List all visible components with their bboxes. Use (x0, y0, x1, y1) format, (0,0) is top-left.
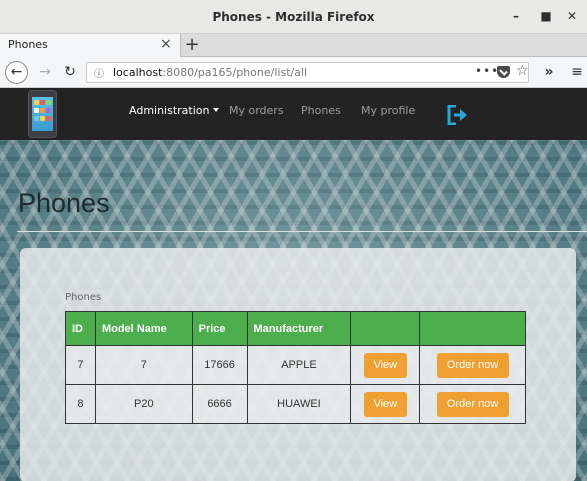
menu-icon[interactable]: ≡ (569, 62, 585, 82)
nav-my-profile[interactable]: My profile (361, 104, 415, 117)
cell-view: View (350, 345, 421, 385)
bookmark-star-icon[interactable]: ☆ (516, 63, 529, 79)
phones-table: ID Model Name Price Manufacturer 7 7 176… (65, 311, 526, 424)
column-header-price: Price (191, 311, 248, 346)
cell-id: 8 (65, 384, 96, 424)
column-header-manufacturer: Manufacturer (246, 311, 352, 346)
back-icon[interactable]: ← (5, 61, 28, 84)
order-now-button[interactable]: Order now (436, 391, 509, 417)
order-now-button[interactable]: Order now (436, 352, 509, 378)
forward-icon[interactable]: → (37, 62, 53, 82)
page-title: Phones (18, 188, 110, 218)
column-header-model: Model Name (94, 311, 193, 346)
content-panel: Phones ID Model Name Price Manufacturer … (20, 248, 576, 481)
divider (17, 231, 587, 232)
column-header-view (350, 311, 421, 346)
new-tab-icon[interactable]: + (183, 34, 201, 56)
table-header-row: ID Model Name Price Manufacturer (65, 311, 526, 346)
tab-close-icon[interactable]: × (160, 36, 172, 52)
tab-phones[interactable]: Phones × (0, 34, 181, 57)
maximize-icon[interactable]: ■ (538, 8, 554, 24)
hero-background: Phones Phones ID Model Name Price Manufa… (0, 140, 587, 481)
overflow-icon[interactable]: » (541, 62, 557, 82)
close-icon[interactable]: ✕ (564, 8, 580, 24)
table-caption: Phones (65, 292, 102, 303)
cell-model: 7 (94, 345, 193, 385)
url-text[interactable]: localhost:8080/pa165/phone/list/all (113, 66, 307, 79)
table-row: 8 P20 6666 HUAWEI View Order now (65, 384, 526, 424)
logout-icon[interactable] (447, 105, 469, 125)
cell-order: Order now (419, 345, 526, 385)
nav-my-orders[interactable]: My orders (229, 104, 284, 117)
cell-model: P20 (94, 384, 193, 424)
tab-strip: Phones × + (0, 34, 587, 57)
view-button[interactable]: View (363, 352, 407, 378)
minimize-icon[interactable]: – (508, 8, 524, 24)
chevron-down-icon (212, 108, 219, 112)
column-header-order (419, 311, 526, 346)
cell-manufacturer: APPLE (246, 345, 352, 385)
reload-icon[interactable]: ↻ (62, 62, 78, 82)
window-title: Phones - Mozilla Firefox (212, 10, 375, 24)
nav-administration-dropdown[interactable]: Administration (129, 104, 219, 117)
cell-order: Order now (419, 384, 526, 424)
pocket-icon[interactable] (497, 66, 510, 78)
url-path: :8080/pa165/phone/list/all (162, 66, 308, 79)
nav-administration-label: Administration (129, 104, 210, 117)
column-header-id: ID (65, 311, 96, 346)
navigation-toolbar: ← → ↻ ⓘ localhost:8080/pa165/phone/list/… (0, 57, 587, 88)
window-titlebar: Phones - Mozilla Firefox – ■ ✕ (0, 0, 587, 34)
url-host: localhost (113, 66, 163, 79)
nav-phones[interactable]: Phones (301, 104, 341, 117)
page-actions-icon[interactable]: ••• (475, 64, 499, 78)
site-navbar: Administration My orders Phones My profi… (0, 88, 587, 140)
url-bar[interactable]: ⓘ localhost:8080/pa165/phone/list/all ••… (86, 62, 529, 83)
phone-logo-icon[interactable] (28, 90, 57, 138)
view-button[interactable]: View (363, 391, 407, 417)
tab-label: Phones (8, 38, 48, 51)
cell-view: View (350, 384, 421, 424)
cell-price: 6666 (191, 384, 248, 424)
cell-price: 17666 (191, 345, 248, 385)
cell-id: 7 (65, 345, 96, 385)
table-row: 7 7 17666 APPLE View Order now (65, 345, 526, 385)
info-icon[interactable]: ⓘ (94, 65, 104, 80)
page-viewport: Administration My orders Phones My profi… (0, 88, 587, 481)
cell-manufacturer: HUAWEI (246, 384, 352, 424)
